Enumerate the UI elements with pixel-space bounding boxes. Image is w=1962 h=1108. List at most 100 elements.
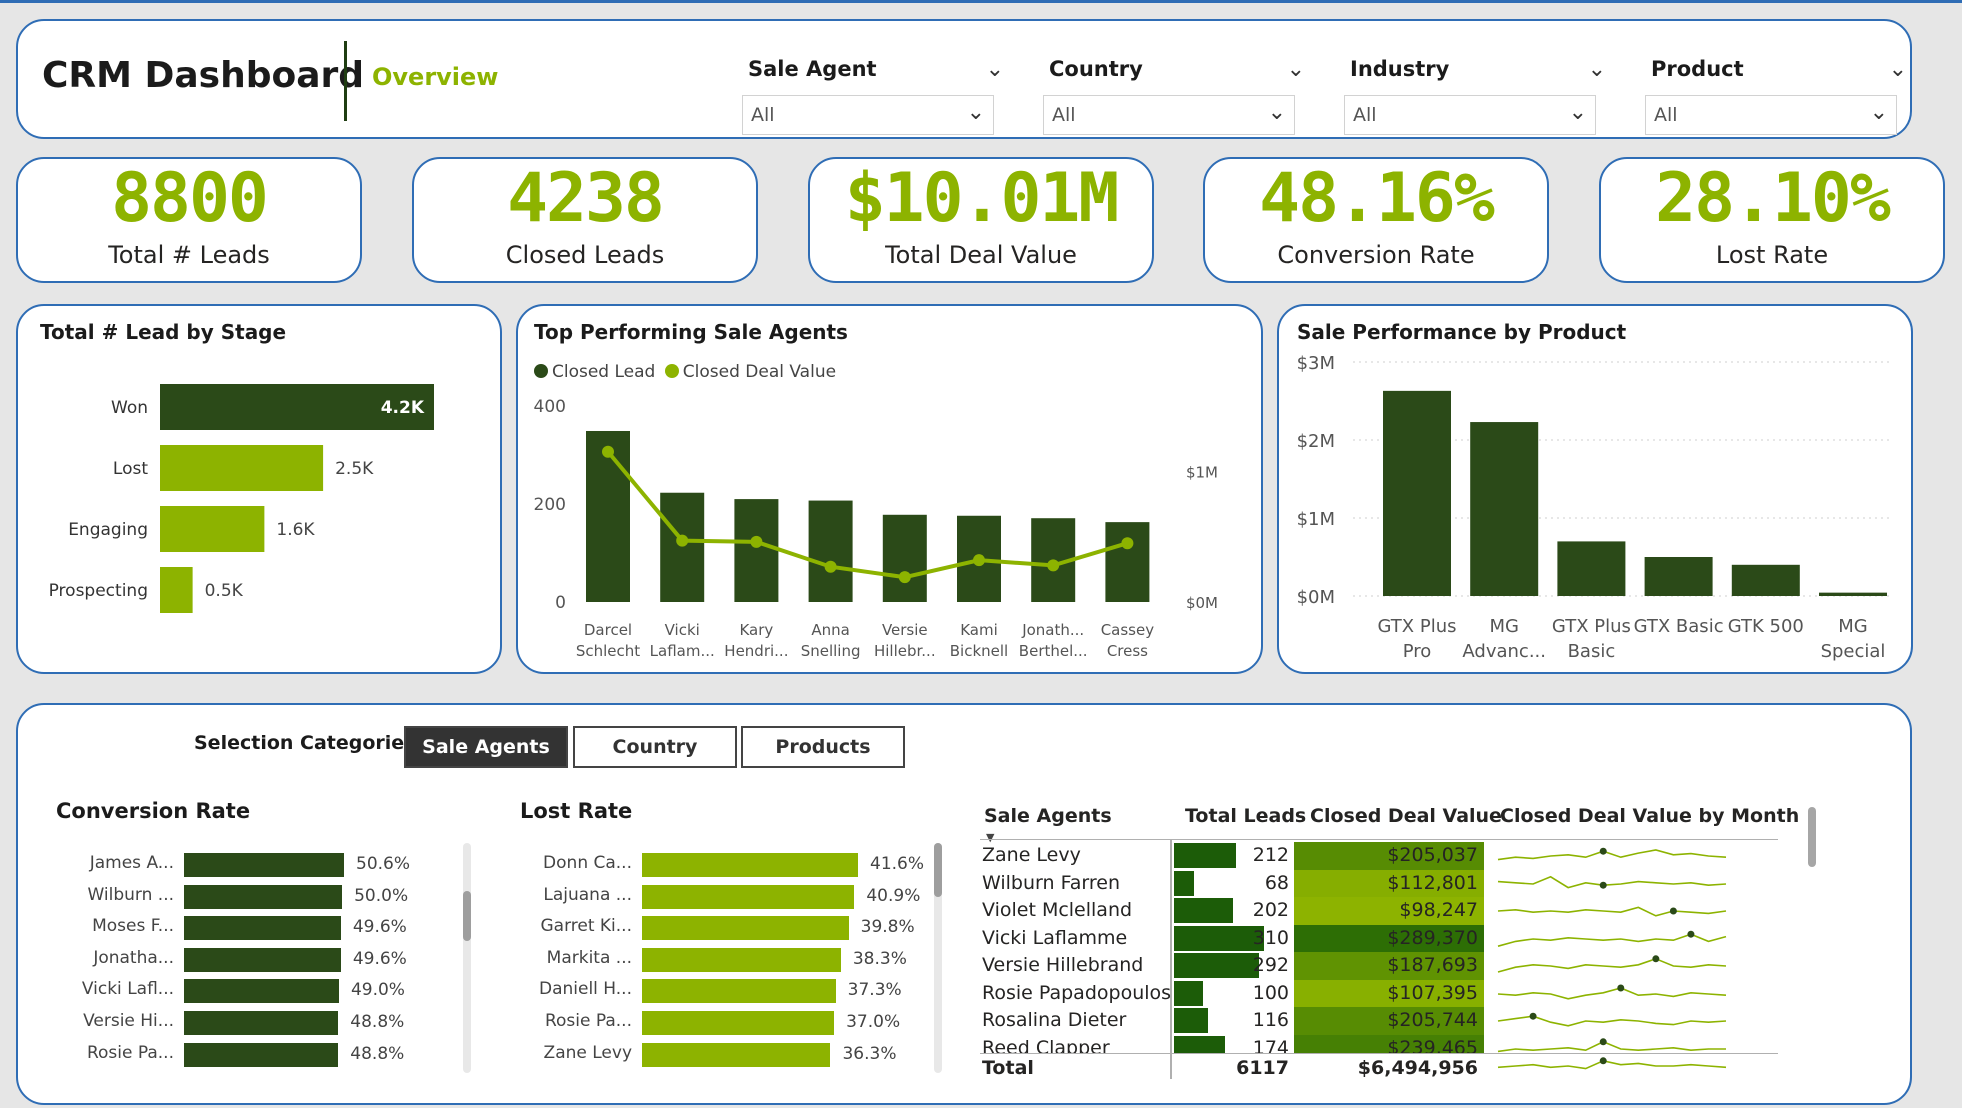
x-tick-label: Cassey: [1101, 621, 1155, 639]
rate-bar: [184, 853, 344, 877]
table-row[interactable]: Rosalina Dieter 116 $205,744: [974, 1007, 1774, 1035]
closed-deal-value-point: [973, 554, 985, 567]
slicer-dropdown[interactable]: All ⌄: [1043, 95, 1295, 135]
agent-name: Reed Clapper: [982, 1036, 1110, 1054]
table-row[interactable]: Violet Mclelland 202 $98,247: [974, 897, 1774, 925]
data-label: 40.9%: [866, 885, 921, 906]
sparkline: [1497, 930, 1727, 947]
chevron-down-icon[interactable]: ⌄: [1287, 57, 1305, 82]
sparkline-path: [1497, 906, 1727, 917]
list-item[interactable]: Donn Ca... 41.6%: [494, 851, 954, 883]
tab-products[interactable]: Products: [741, 726, 905, 768]
rate-bar: [642, 979, 836, 1004]
kpi-closed-leads: 4238 Closed Leads: [412, 157, 758, 283]
closed-deal-value-point: [750, 535, 763, 548]
conversion-rate-bars: James A... 50.6% Wilburn ... 50.0% Moses F..…: [48, 851, 474, 1072]
table-row[interactable]: Zane Levy 212 $205,037: [974, 842, 1774, 870]
kpi-value: 8800: [111, 159, 269, 238]
rate-bar: [642, 853, 858, 877]
list-item[interactable]: Zane Levy 36.3%: [494, 1041, 954, 1073]
rate-bar: [184, 947, 341, 972]
list-item[interactable]: Lajuana ... 40.9%: [494, 883, 954, 915]
chevron-down-icon[interactable]: ⌄: [967, 100, 985, 125]
slicer-dropdown[interactable]: All ⌄: [742, 95, 994, 135]
kpi-lost-rate: 28.10% Lost Rate: [1599, 157, 1945, 283]
chevron-down-icon[interactable]: ⌄: [1588, 57, 1606, 82]
table-row[interactable]: Versie Hillebrand 292 $187,693: [974, 952, 1774, 980]
list-item[interactable]: Rosie Pa... 48.8%: [48, 1041, 474, 1073]
list-item[interactable]: Jonatha... 49.6%: [48, 946, 474, 978]
tab-sale-agents[interactable]: Sale Agents: [404, 726, 568, 768]
list-item[interactable]: Markita ... 38.3%: [494, 946, 954, 978]
sparkline-path: [1497, 875, 1727, 888]
product-bar: [1470, 422, 1539, 596]
tab-country[interactable]: Country: [573, 726, 737, 768]
closed-deal-value: $112,801: [1387, 871, 1478, 894]
list-item[interactable]: Rosie Pa... 37.0%: [494, 1009, 954, 1041]
data-label: 49.0%: [350, 980, 405, 1001]
kpi-total-deal-value: $10.01M Total Deal Value: [808, 157, 1154, 283]
product-bar: [1731, 564, 1800, 596]
list-item[interactable]: Wilburn ... 50.0%: [48, 883, 474, 915]
sparkline: [1497, 906, 1727, 917]
list-item[interactable]: James A... 50.6%: [48, 851, 474, 883]
list-item[interactable]: Versie Hi... 48.8%: [48, 1009, 474, 1041]
data-label: 49.6%: [352, 948, 407, 969]
chevron-down-icon[interactable]: ⌄: [1870, 100, 1888, 125]
stage-bar: [160, 445, 324, 491]
rate-bar: [642, 1010, 835, 1035]
closed-deal-value-point: [1121, 537, 1134, 550]
column-header-closed-deal-value-by-month[interactable]: Closed Deal Value by Month: [1500, 805, 1799, 827]
table-body: Zane Levy 212 $205,037 Wilburn Farren 68 $112…: [974, 842, 1784, 1053]
x-tick-label: Jonath...: [1021, 621, 1084, 639]
column-header-total-leads[interactable]: Total Leads: [1185, 805, 1306, 827]
chevron-down-icon[interactable]: ⌄: [986, 57, 1004, 82]
table-row[interactable]: Vicki Laflamme 310 $289,370: [974, 924, 1774, 952]
total-closed-deal-value: $6,494,956: [1357, 1057, 1478, 1079]
scrollbar-thumb[interactable]: [934, 843, 942, 897]
x-tick-label: Hendri...: [724, 642, 788, 660]
scrollbar[interactable]: [463, 843, 471, 1073]
agent-name: Zane Levy: [982, 844, 1081, 866]
row-label: Donn Ca...: [543, 853, 632, 873]
column-header-sale-agents[interactable]: Sale Agents: [984, 805, 1112, 827]
row-label: Versie Hi...: [83, 1010, 174, 1031]
list-item[interactable]: Daniell H... 37.3%: [494, 977, 954, 1009]
data-label: 41.6%: [870, 854, 925, 874]
list-item[interactable]: Garret Ki... 39.8%: [494, 914, 954, 946]
column-header-closed-deal-value[interactable]: Closed Deal Value: [1310, 805, 1502, 827]
scrollbar-thumb[interactable]: [463, 891, 471, 941]
list-item[interactable]: Moses F... 49.6%: [48, 914, 474, 946]
list-item[interactable]: Vicki Lafl... 49.0%: [48, 977, 474, 1009]
product-performance-card: Sale Performance by Product $0M $1M $2M $3M…: [1277, 304, 1913, 674]
chevron-down-icon[interactable]: ⌄: [1268, 100, 1286, 125]
table-row[interactable]: Wilburn Farren 68 $112,801: [974, 869, 1774, 897]
sparkline-point: [1652, 955, 1660, 963]
row-label: Garret Ki...: [540, 916, 632, 937]
kpi-label: Lost Rate: [1715, 241, 1829, 269]
closed-deal-value-point: [1047, 559, 1060, 572]
sparkline-point: [1599, 847, 1607, 855]
row-label: Moses F...: [92, 916, 174, 937]
lead-by-stage-chart: Won 4.2K Lost 2.5K Engaging 1.6K Prospecting 0.…: [49, 384, 434, 613]
agent-name: Rosalina Dieter: [982, 1009, 1127, 1031]
scrollbar[interactable]: [934, 843, 942, 1073]
total-leads-value: 202: [1252, 899, 1289, 921]
x-tick-label: Kami: [960, 621, 998, 639]
slicer-dropdown[interactable]: All ⌄: [1344, 95, 1596, 135]
slicer-dropdown[interactable]: All ⌄: [1645, 95, 1897, 135]
scrollbar[interactable]: [1808, 807, 1816, 867]
row-label: James A...: [89, 853, 174, 873]
row-label: Wilburn ...: [87, 884, 174, 905]
rate-bar: [184, 1010, 339, 1035]
kpi-label: Conversion Rate: [1277, 241, 1475, 269]
total-label: Total: [982, 1057, 1034, 1079]
table-row[interactable]: Rosie Papadopoulos 100 $107,395: [974, 979, 1774, 1007]
overview-label: Overview: [372, 63, 499, 91]
chevron-down-icon[interactable]: ⌄: [1569, 100, 1587, 125]
agent-bar: [734, 499, 779, 602]
x-tick-label: GTX Basic: [1634, 616, 1724, 637]
chevron-down-icon[interactable]: ⌄: [1889, 57, 1907, 82]
scrollbar-thumb[interactable]: [1808, 807, 1816, 867]
stage-label: Engaging: [68, 520, 148, 540]
